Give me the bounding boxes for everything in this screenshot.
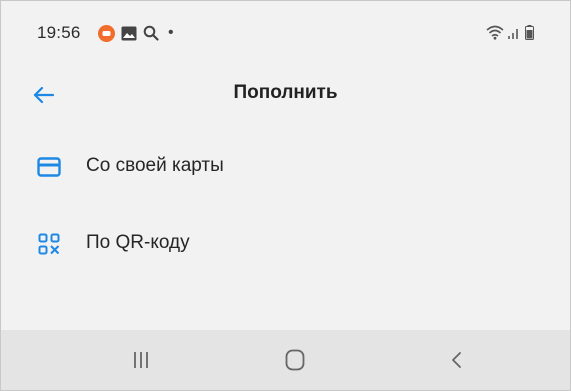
system-icons <box>486 25 534 40</box>
options-list: Со своей карты По QR-коду <box>1 125 570 331</box>
recent-apps-button[interactable] <box>116 342 166 378</box>
option-label: Со своей карты <box>86 155 224 176</box>
app-bar: Пополнить <box>1 63 570 125</box>
battery-icon <box>525 25 534 40</box>
notification-icons: • <box>98 24 180 42</box>
home-icon <box>285 349 305 371</box>
qr-code-icon <box>37 232 61 256</box>
notification-app-icon <box>98 24 115 42</box>
option-label: По QR-коду <box>86 232 190 253</box>
recent-apps-icon <box>133 351 149 369</box>
signal-icon <box>507 26 521 40</box>
home-button[interactable] <box>270 342 320 378</box>
card-icon <box>37 155 61 179</box>
dot-indicator: • <box>168 24 174 41</box>
nav-back-button[interactable] <box>431 342 481 378</box>
option-qr-code[interactable]: По QR-коду <box>1 214 570 274</box>
phone-screen: 19:56 • Пополнить Со своей карты По QR-к… <box>0 0 571 391</box>
page-title: Пополнить <box>233 82 338 103</box>
search-icon <box>143 25 159 41</box>
status-bar: 19:56 • <box>1 1 570 63</box>
option-from-card[interactable]: Со своей карты <box>1 137 570 197</box>
back-icon <box>450 351 462 369</box>
status-time: 19:56 <box>37 23 81 42</box>
wifi-icon <box>486 25 504 40</box>
system-navigation-bar <box>1 330 570 390</box>
gallery-icon <box>121 26 137 41</box>
